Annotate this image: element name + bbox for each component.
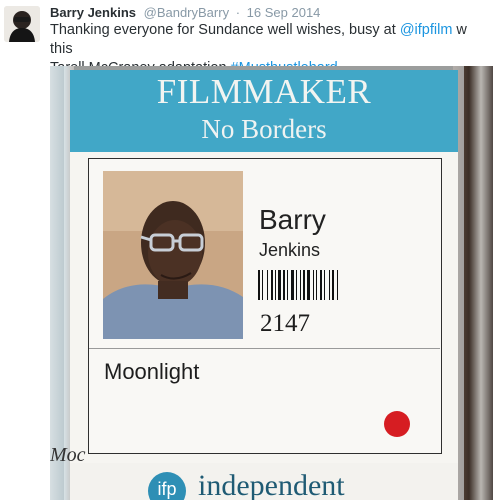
portrait-image (103, 171, 243, 339)
badge-film-title: Moonlight (104, 359, 200, 384)
badge-portrait (103, 171, 243, 339)
badge-header: FILMMAKER No Borders (70, 70, 458, 152)
badge-id-number: 2147 (260, 310, 310, 337)
barcode (258, 270, 338, 300)
display-name[interactable]: Barry Jenkins (50, 5, 136, 20)
status-dot (384, 411, 410, 437)
tweet-text-segment: Thanking everyone for Sundance well wish… (50, 22, 400, 38)
badge-first-name: Barry (259, 204, 326, 235)
header-separator: · (235, 5, 241, 20)
user-handle[interactable]: @BandryBarry (144, 5, 229, 20)
avatar[interactable] (4, 6, 40, 42)
tweet-header: Barry Jenkins @BandryBarry · 16 Sep 2014 (50, 5, 320, 20)
badge-title: FILMMAKER (156, 72, 372, 111)
badge-last-name: Jenkins (259, 240, 321, 260)
mention-link[interactable]: @ifpfilm (400, 22, 453, 38)
tweet-photo[interactable]: FILMMAKER No Borders Barry Jenkins 2147 … (50, 66, 493, 500)
user-avatar-icon (4, 6, 40, 42)
badge-divider (89, 348, 440, 349)
tweet-date[interactable]: 16 Sep 2014 (247, 5, 321, 20)
footer-wordmark: independent (198, 469, 345, 500)
badge-subtitle: No Borders (201, 114, 327, 144)
